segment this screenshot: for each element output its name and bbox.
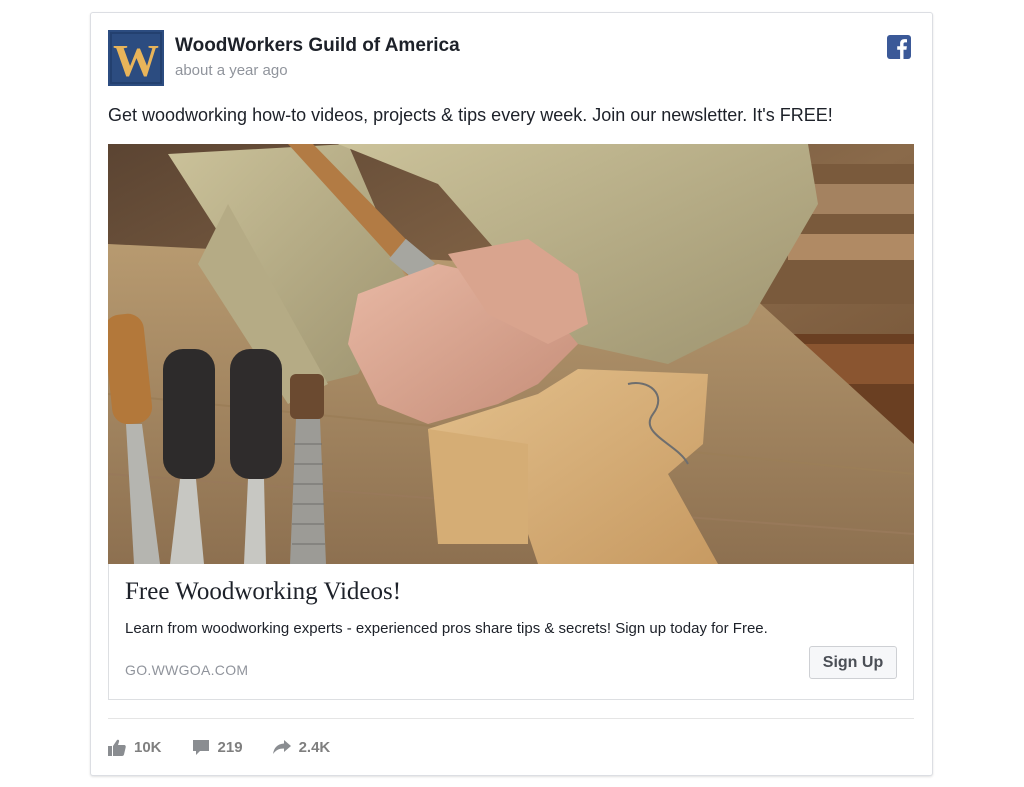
- post-timestamp[interactable]: about a year ago: [175, 62, 288, 79]
- comment-count: 219: [217, 738, 243, 756]
- link-preview[interactable]: Free Woodworking Videos! Learn from wood…: [108, 564, 914, 700]
- sign-up-button[interactable]: Sign Up: [809, 646, 897, 679]
- share-arrow-icon: [272, 740, 291, 754]
- facebook-icon: [887, 35, 911, 59]
- divider: [108, 718, 914, 719]
- share-count: 2.4K: [298, 738, 331, 756]
- page-name[interactable]: WoodWorkers Guild of America: [175, 35, 460, 57]
- thumbs-up-icon: [108, 739, 126, 756]
- wwgoa-logo: W: [108, 30, 164, 86]
- comment-icon: [192, 739, 209, 755]
- ad-image-woodcarving[interactable]: [108, 144, 914, 564]
- avatar-letter: W: [113, 35, 159, 86]
- link-description: Learn from woodworking experts - experie…: [125, 620, 768, 637]
- like-count: 10K: [134, 738, 162, 756]
- comment-action[interactable]: 219: [192, 739, 243, 756]
- share-action[interactable]: 2.4K: [272, 738, 331, 756]
- post-text: Get woodworking how-to videos, projects …: [108, 105, 833, 125]
- engagement-bar: 10K 219 2.4K: [108, 735, 360, 759]
- link-title[interactable]: Free Woodworking Videos!: [125, 578, 401, 606]
- facebook-ad-post: W WoodWorkers Guild of America about a y…: [90, 12, 933, 776]
- page-avatar[interactable]: W: [108, 30, 164, 86]
- link-domain: GO.WWGOA.COM: [125, 662, 249, 678]
- like-action[interactable]: 10K: [108, 739, 162, 756]
